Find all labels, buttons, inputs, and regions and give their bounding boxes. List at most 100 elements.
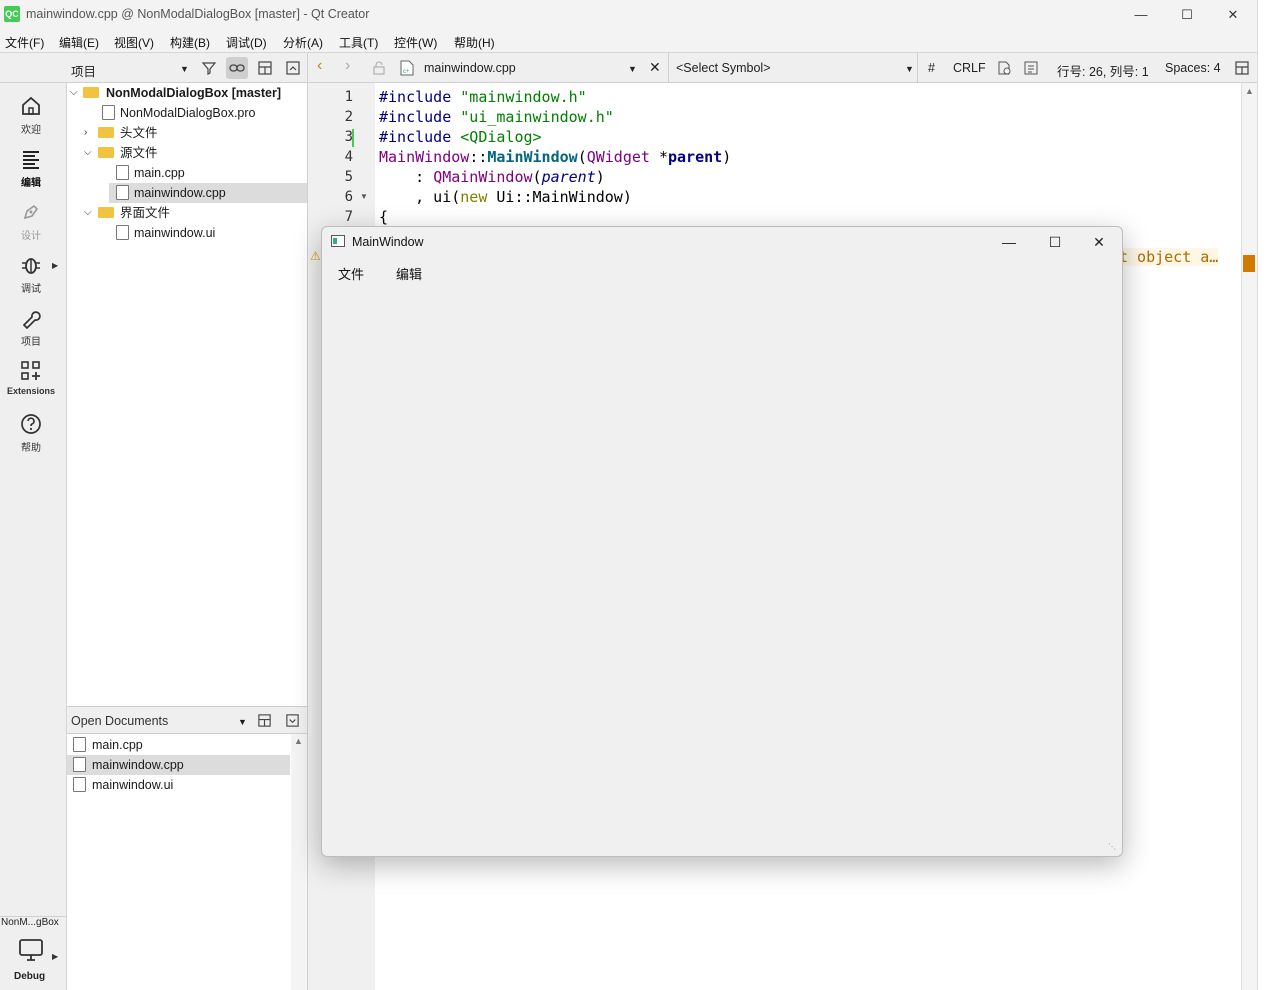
editor-scrollbar[interactable]: ▲ — [1241, 83, 1257, 990]
scroll-up-icon[interactable]: ▲ — [294, 736, 303, 746]
title-bar: QC mainwindow.cpp @ NonModalDialogBox [m… — [0, 0, 1257, 30]
split-editor-icon[interactable] — [1234, 60, 1250, 79]
line-number: 1 — [344, 89, 353, 105]
close-document-icon[interactable]: ✕ — [649, 59, 661, 76]
mode-welcome[interactable]: 欢迎 — [0, 95, 62, 136]
mode-selector: 欢迎 编辑 设计 调试 ▶ 项目 Extensions 帮助 NonM...gB… — [0, 83, 67, 990]
menu-view[interactable]: 视图(V) — [114, 34, 154, 51]
dialog-menu-edit[interactable]: 编辑 — [396, 264, 422, 283]
project-folder-icon — [83, 87, 99, 98]
document-outline-icon[interactable] — [1023, 60, 1039, 79]
open-doc-main-cpp[interactable]: main.cpp — [67, 735, 290, 755]
cursor-position[interactable]: 行号: 26, 列号: 1 — [1057, 61, 1149, 80]
cpp-file-icon — [116, 185, 129, 200]
open-documents-selector[interactable]: Open Documents — [71, 714, 168, 728]
chevron-down-icon[interactable]: ▼ — [628, 64, 637, 74]
warning-icon[interactable]: ⚠ — [310, 249, 321, 263]
menu-tools[interactable]: 工具(T) — [339, 34, 378, 51]
current-file-selector[interactable]: mainwindow.cpp — [424, 61, 516, 75]
cpp-file-icon — [73, 757, 86, 772]
mode-debug[interactable]: 调试 ▶ — [0, 254, 62, 295]
code-line: { — [379, 208, 389, 226]
mode-design[interactable]: 设计 — [0, 201, 62, 242]
menu-build[interactable]: 构建(B) — [170, 34, 210, 51]
chevron-down-icon[interactable]: ▼ — [180, 64, 189, 74]
dialog-menu-file[interactable]: 文件 — [338, 264, 364, 283]
tree-item-forms[interactable]: ⌵ 界面文件 — [67, 203, 307, 223]
split-icon[interactable] — [257, 60, 273, 79]
menu-debug[interactable]: 调试(D) — [226, 34, 267, 51]
tree-item-main-cpp[interactable]: main.cpp — [67, 163, 307, 183]
dialog-maximize-button[interactable]: ☐ — [1032, 227, 1078, 257]
code-line: #include "ui_mainwindow.h" — [379, 108, 614, 126]
kit-selector[interactable] — [18, 938, 44, 965]
minimize-button[interactable]: — — [1118, 0, 1164, 30]
close-button[interactable]: ✕ — [1210, 0, 1256, 30]
expand-arrow-icon: ▶ — [52, 952, 59, 961]
chevron-down-icon[interactable]: ⌵ — [84, 143, 92, 163]
code-line: : QMainWindow(parent) — [379, 168, 605, 186]
symbol-selector[interactable]: <Select Symbol> — [676, 61, 771, 75]
open-doc-label: main.cpp — [92, 738, 143, 752]
tree-item-headers[interactable]: › 头文件 — [67, 123, 307, 143]
open-doc-mainwindow-ui[interactable]: mainwindow.ui — [67, 775, 290, 795]
svg-text:c+: c+ — [403, 69, 410, 75]
chevron-down-icon[interactable]: ▼ — [238, 717, 247, 727]
line-ending-selector[interactable]: CRLF — [953, 61, 986, 75]
lock-icon[interactable] — [372, 61, 386, 78]
chevron-down-icon[interactable]: ⌵ — [84, 203, 92, 223]
window-title: mainwindow.cpp @ NonModalDialogBox [mast… — [26, 7, 370, 21]
folder-icon — [98, 147, 114, 158]
encoding-icon[interactable] — [996, 60, 1012, 79]
tree-item-label: 界面文件 — [120, 206, 171, 220]
hash-button[interactable]: # — [928, 61, 935, 75]
chevron-down-icon[interactable]: ⌵ — [70, 83, 78, 103]
tree-item-pro-file[interactable]: NonModalDialogBox.pro — [67, 103, 307, 123]
line-number: 4 — [344, 149, 353, 165]
indentation-selector[interactable]: Spaces: 4 — [1165, 61, 1221, 75]
debug-icon — [22, 258, 40, 274]
chevron-right-icon[interactable]: › — [84, 123, 87, 143]
filter-icon[interactable] — [201, 60, 217, 79]
menu-analyze[interactable]: 分析(A) — [283, 34, 323, 51]
open-doc-mainwindow-cpp[interactable]: mainwindow.cpp — [67, 755, 290, 775]
back-icon[interactable]: ‹ — [317, 57, 322, 75]
tree-item-mainwindow-ui[interactable]: mainwindow.ui — [67, 223, 307, 243]
sync-link-button[interactable] — [226, 57, 248, 79]
mode-label: 设计 — [21, 231, 41, 242]
menu-widgets[interactable]: 控件(W) — [394, 34, 437, 51]
split-icon[interactable] — [257, 713, 272, 731]
warning-marker[interactable] — [1243, 255, 1255, 272]
mode-help[interactable]: 帮助 — [0, 413, 62, 454]
code-line: #include "mainwindow.h" — [379, 88, 587, 106]
background-window-edge — [1257, 0, 1273, 990]
fold-icon[interactable]: ▼ — [360, 192, 368, 201]
tree-item-mainwindow-cpp[interactable]: mainwindow.cpp — [109, 183, 307, 203]
mode-edit[interactable]: 编辑 — [0, 148, 62, 189]
collapse-icon[interactable] — [285, 60, 301, 79]
expand-arrow-icon: ▶ — [52, 261, 59, 270]
tree-item-sources[interactable]: ⌵ 源文件 — [67, 143, 307, 163]
menu-help[interactable]: 帮助(H) — [454, 34, 495, 51]
open-doc-label: mainwindow.ui — [92, 778, 174, 792]
menu-file[interactable]: 文件(F) — [5, 34, 44, 51]
line-number: 7 — [344, 209, 353, 225]
chevron-down-icon[interactable]: ▼ — [905, 64, 914, 74]
dialog-minimize-button[interactable]: — — [986, 227, 1032, 257]
pane-selector[interactable]: 项目 — [71, 61, 96, 80]
collapse-icon[interactable] — [285, 713, 300, 731]
tree-item-project[interactable]: ⌵ NonModalDialogBox [master] — [67, 83, 307, 103]
dialog-close-button[interactable]: ✕ — [1076, 227, 1122, 257]
mode-extensions[interactable]: Extensions — [0, 360, 62, 396]
mode-label: 欢迎 — [21, 125, 41, 136]
scroll-up-icon[interactable]: ▲ — [1245, 86, 1254, 96]
mode-projects[interactable]: 项目 — [0, 307, 62, 348]
maximize-button[interactable]: ☐ — [1164, 0, 1210, 30]
resize-grip-icon[interactable]: ⋱ — [1108, 842, 1116, 851]
scrollbar[interactable]: ▲ — [291, 734, 307, 990]
menu-edit[interactable]: 编辑(E) — [59, 34, 99, 51]
pro-file-icon — [102, 105, 115, 120]
open-doc-label: mainwindow.cpp — [92, 758, 184, 772]
forward-icon[interactable]: › — [345, 57, 350, 75]
change-marker — [352, 129, 354, 147]
